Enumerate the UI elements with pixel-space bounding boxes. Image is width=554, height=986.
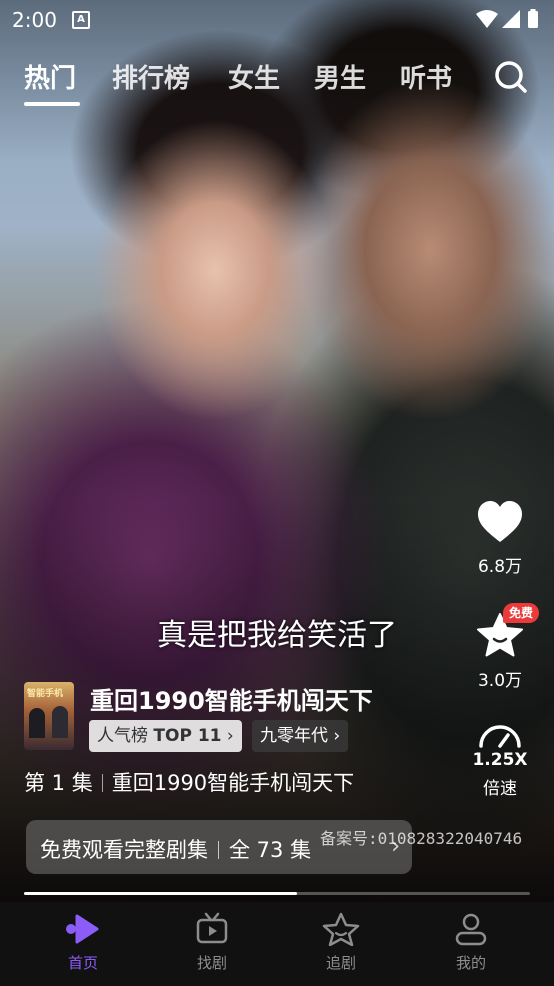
like-button[interactable]: 6.8万 xyxy=(460,500,540,577)
nav-discover[interactable]: 找剧 xyxy=(167,912,257,973)
tab-audiobook[interactable]: 听书 xyxy=(400,58,452,95)
poster-title: 智能手机 xyxy=(27,689,64,699)
ranking-chip[interactable]: 人气榜 TOP 11 › xyxy=(89,720,242,752)
nav-label: 找剧 xyxy=(196,954,227,972)
search-button[interactable] xyxy=(492,58,530,96)
nav-label: 我的 xyxy=(455,954,486,972)
nav-home[interactable]: 首页 xyxy=(38,912,128,973)
genre-label: 九零年代 xyxy=(260,726,328,746)
tab-male[interactable]: 男生 xyxy=(314,58,366,95)
star-icon xyxy=(322,912,360,947)
episode-info: 第 1 集重回1990智能手机闯天下 xyxy=(24,767,354,797)
rank-prefix: 人气榜 xyxy=(97,726,148,746)
collect-count: 3.0万 xyxy=(477,671,523,691)
total-episodes: 全 73 集 xyxy=(229,838,312,862)
status-icons xyxy=(474,8,544,34)
video-subtitle: 真是把我给笑活了 xyxy=(157,618,397,653)
tab-female[interactable]: 女生 xyxy=(228,58,280,95)
battery-icon xyxy=(528,11,538,28)
episode-title: 重回1990智能手机闯天下 xyxy=(111,771,355,795)
signal-icon xyxy=(502,10,520,28)
speed-button[interactable]: 1.25X 倍速 xyxy=(460,722,540,799)
tab-active-indicator xyxy=(24,102,80,106)
wifi-icon xyxy=(476,10,498,28)
poster-figure xyxy=(52,706,68,738)
video-progress-fill xyxy=(24,892,298,895)
watch-bar-text: 免费观看完整剧集全 73 集 xyxy=(40,834,311,864)
tv-icon xyxy=(196,912,228,944)
speed-value: 1.25X xyxy=(472,750,528,770)
tab-hot[interactable]: 热门 xyxy=(24,58,80,106)
notification-icon: A xyxy=(72,11,90,29)
nav-label: 追剧 xyxy=(325,954,356,972)
tab-ranking[interactable]: 排行榜 xyxy=(112,58,190,95)
drama-poster[interactable]: 智能手机 xyxy=(24,682,74,750)
like-count: 6.8万 xyxy=(477,557,523,577)
nav-following[interactable]: 追剧 xyxy=(296,912,386,973)
chevron-right-icon: › xyxy=(226,726,234,746)
tab-label: 热门 xyxy=(24,64,77,94)
watch-label: 免费观看完整剧集 xyxy=(40,838,208,862)
drama-title[interactable]: 重回1990智能手机闯天下 xyxy=(90,681,373,716)
search-icon xyxy=(495,61,527,93)
rank-value: TOP 11 xyxy=(153,726,222,746)
chevron-right-icon: › xyxy=(333,726,341,746)
status-time: 2:00 xyxy=(12,8,57,32)
divider xyxy=(101,774,103,792)
video-progress-bar[interactable] xyxy=(24,892,530,895)
status-bar: 2:00 A xyxy=(0,0,554,38)
genre-chip[interactable]: 九零年代 › xyxy=(252,720,349,752)
person-icon xyxy=(455,913,487,946)
poster-figure xyxy=(29,708,45,738)
heart-icon xyxy=(478,501,522,542)
divider xyxy=(218,841,219,859)
bottom-navigation: 首页 找剧 追剧 我的 xyxy=(0,902,554,986)
speed-label: 倍速 xyxy=(483,779,517,799)
nav-label: 首页 xyxy=(67,954,98,972)
play-icon xyxy=(66,914,99,944)
episode-number: 第 1 集 xyxy=(24,771,93,795)
nav-profile[interactable]: 我的 xyxy=(426,912,516,973)
speedometer-icon xyxy=(479,725,521,748)
record-number-watermark: 备案号:010828322040746 xyxy=(320,829,523,848)
